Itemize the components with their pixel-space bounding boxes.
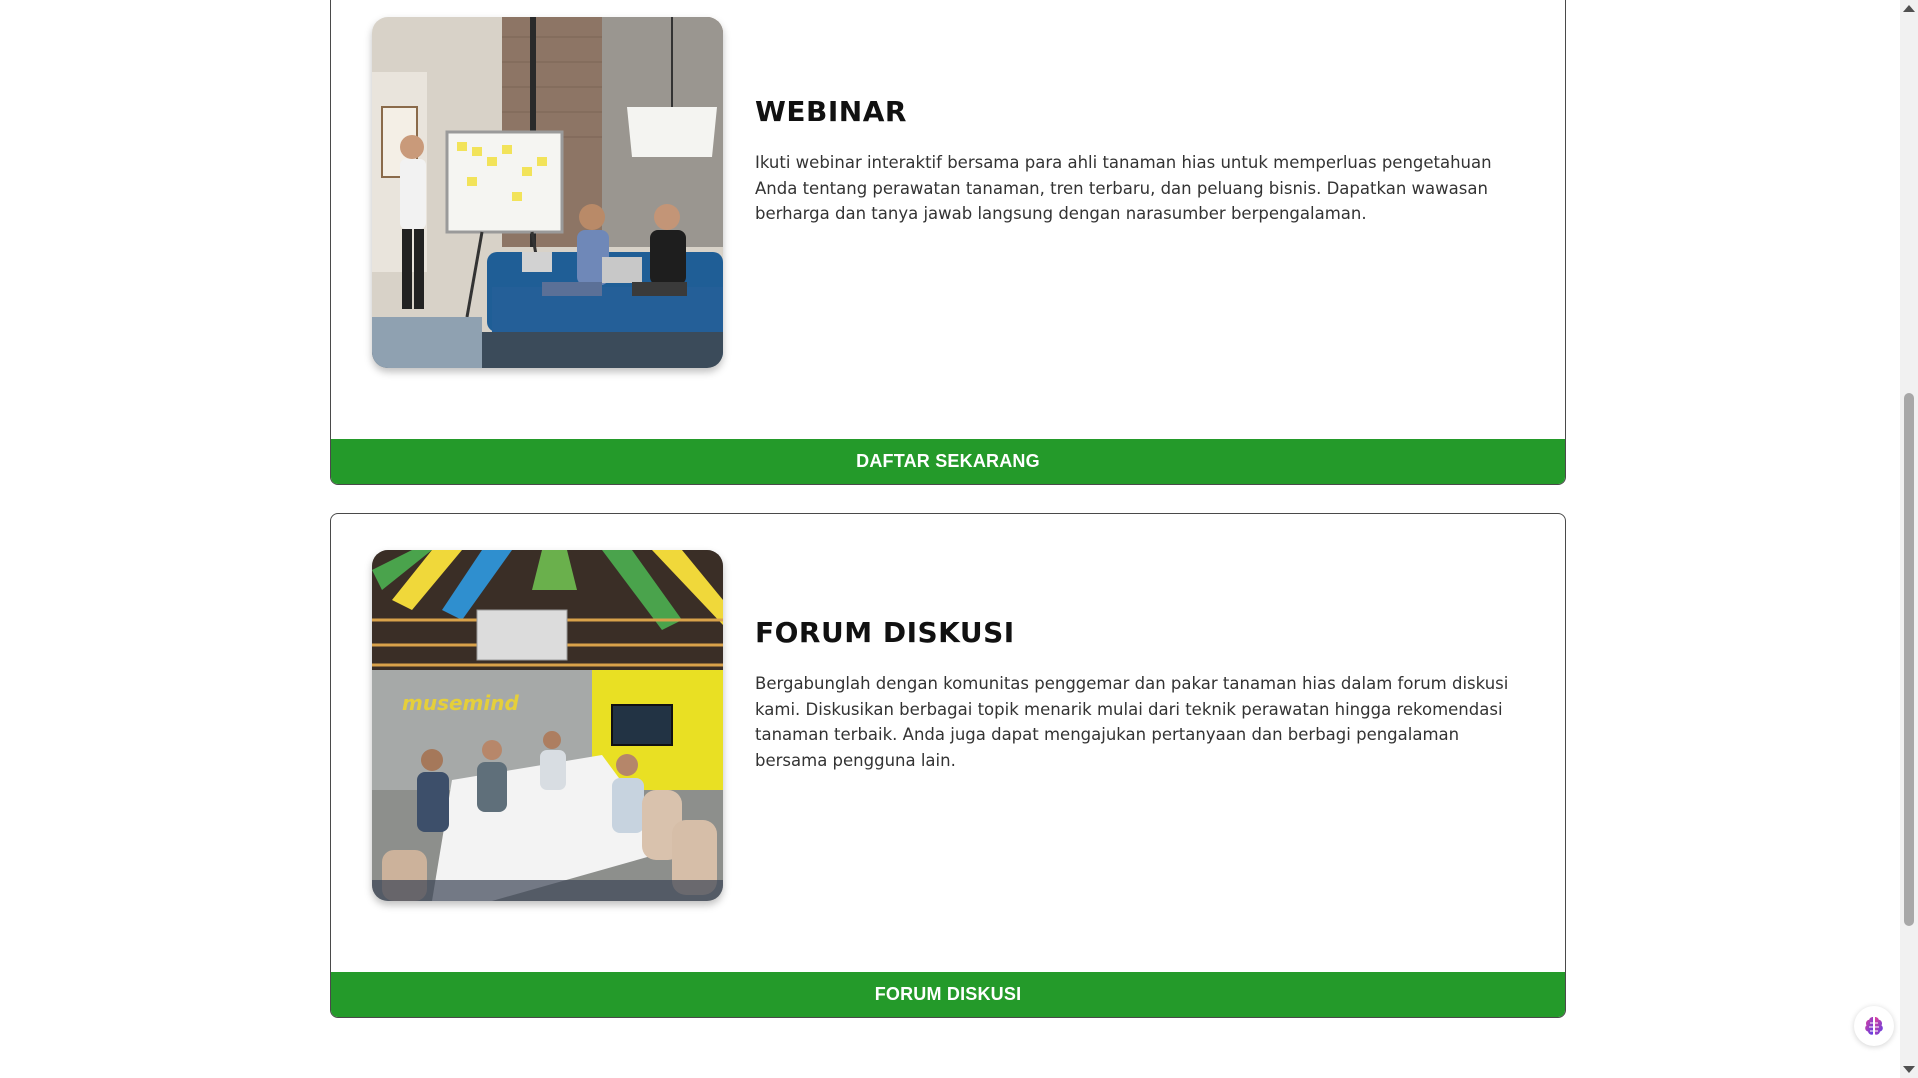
forum-description: Bergabunglah dengan komunitas penggemar … [755,674,1509,770]
webinar-description: Ikuti webinar interaktif bersama para ah… [755,153,1492,223]
page-viewport: WEBINAR Ikuti webinar interaktif bersama… [0,0,1918,1078]
webinar-title: WEBINAR [755,95,907,128]
scrollbar-thumb[interactable] [1904,393,1914,926]
scroll-up-arrow-icon[interactable] [1903,5,1915,12]
vertical-scrollbar[interactable] [1900,0,1918,1078]
forum-photo: musemind [372,550,723,901]
forum-card-body: musemind FORUM DISKUSI Bergabunglah deng… [331,514,1565,972]
daftar-sekarang-button[interactable]: DAFTAR SEKARANG [331,439,1565,484]
webinar-text: WEBINAR Ikuti webinar interaktif bersama… [755,95,1515,227]
webinar-photo [372,17,723,368]
assistant-widget-button[interactable] [1854,1006,1894,1046]
musemind-wall-text: musemind [402,691,519,715]
forum-diskusi-button[interactable]: FORUM DISKUSI [331,972,1565,1017]
brain-icon [1865,1017,1883,1035]
forum-card: musemind FORUM DISKUSI Bergabunglah deng… [330,513,1566,1018]
scroll-down-arrow-icon[interactable] [1903,1066,1915,1073]
forum-text: FORUM DISKUSI Bergabunglah dengan komuni… [755,616,1515,773]
webinar-card-body: WEBINAR Ikuti webinar interaktif bersama… [331,0,1565,439]
webinar-card: WEBINAR Ikuti webinar interaktif bersama… [330,0,1566,485]
forum-title: FORUM DISKUSI [755,616,1015,649]
